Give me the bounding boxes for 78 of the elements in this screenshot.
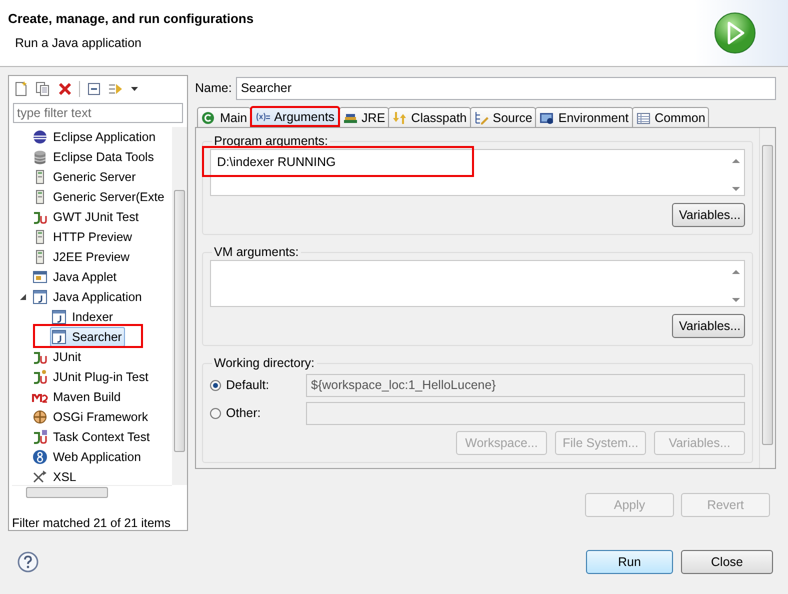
scrollbar[interactable] [759, 128, 775, 468]
group-label: Program arguments: [213, 134, 329, 148]
tree-item[interactable]: Generic Server [31, 167, 139, 188]
tree-item[interactable]: Web Application [31, 447, 144, 468]
java-file-icon [51, 329, 67, 346]
radio-button[interactable] [210, 408, 221, 418]
radio-button[interactable] [210, 380, 221, 390]
sphere-icon [32, 129, 48, 146]
java-file-icon [32, 289, 48, 306]
database-icon [32, 149, 48, 166]
tree-item[interactable]: Searcher [50, 327, 125, 348]
caret-icon[interactable] [130, 84, 139, 93]
monitor-icon [539, 110, 556, 124]
close-button[interactable]: Close [681, 550, 773, 574]
collapse-icon[interactable] [86, 80, 102, 97]
shuffle-icon [32, 469, 48, 486]
new-file-icon[interactable] [13, 80, 29, 97]
group-label: VM arguments: [213, 245, 300, 259]
tree-item[interactable]: Eclipse Application [31, 127, 159, 148]
arrows-icon [392, 110, 408, 124]
variables-button[interactable]: Variables... [672, 203, 745, 227]
tree-item[interactable]: Maven Build [31, 387, 124, 408]
help-icon[interactable] [17, 550, 39, 572]
group-label: Working directory: [213, 356, 316, 370]
dialog-title: Create, manage, and run configurations [8, 10, 255, 26]
tree-item[interactable]: Task Context Test [31, 427, 153, 448]
tree-item[interactable]: JUnit Plug-in Test [31, 367, 152, 388]
tree-item[interactable]: GWT JUnit Test [31, 207, 142, 228]
tree-item[interactable]: Eclipse Data Tools [31, 147, 157, 168]
run-icon [714, 12, 756, 54]
name-label: Name: [195, 81, 232, 95]
scroll-up-icon[interactable] [732, 158, 740, 164]
tab[interactable]: Common [632, 107, 710, 127]
java-file-icon [51, 309, 67, 326]
tab[interactable]: JRE [338, 107, 390, 127]
arguments-field[interactable]: D:\indexer RUNNING [210, 149, 745, 196]
junit-icon [32, 429, 48, 446]
tree-item[interactable]: J2EE Preview [31, 247, 133, 268]
argument-text: D:\indexer RUNNING [217, 155, 337, 171]
filter-status: Filter matched 21 of 21 items [12, 516, 172, 530]
copy-icon[interactable] [35, 80, 51, 97]
tree-item[interactable]: HTTP Preview [31, 227, 136, 248]
tab[interactable]: Classpath [388, 107, 471, 127]
name-field[interactable]: Searcher [236, 76, 776, 100]
delete-icon[interactable] [57, 80, 73, 97]
horizontal-scrollbar[interactable] [12, 485, 172, 498]
expanded-arrow-icon[interactable] [19, 293, 27, 302]
variables-button[interactable]: Variables... [672, 314, 745, 338]
arguments-field[interactable] [210, 260, 745, 307]
web-icon [32, 449, 48, 466]
radio-label: Other: [226, 406, 261, 420]
scroll-down-icon[interactable] [732, 186, 740, 192]
tab[interactable]: Source [470, 107, 536, 127]
junit-icon [32, 209, 48, 226]
radio-label: Default: [226, 378, 270, 392]
junit-icon [32, 349, 48, 366]
run-button[interactable]: Run [586, 550, 673, 574]
filter-field[interactable]: type filter text [13, 103, 183, 124]
tree-item[interactable]: Indexer [50, 307, 116, 328]
crosshair-icon [32, 409, 48, 426]
tab[interactable]: Environment [535, 107, 633, 127]
table-icon [636, 110, 652, 124]
dialog-subtitle: Run a Java application [15, 36, 142, 50]
applet-icon [32, 269, 48, 286]
tree-item[interactable]: Generic Server(Exte [31, 187, 168, 208]
tree-item[interactable]: XSL [31, 467, 80, 486]
tree-item[interactable]: JUnit [31, 347, 84, 368]
tree-item[interactable]: Java Application [31, 287, 145, 308]
scrollbar[interactable] [172, 127, 187, 486]
tab[interactable]: Arguments [250, 106, 340, 127]
scroll-up-icon[interactable] [732, 269, 740, 275]
tree-item[interactable]: OSGi Framework [31, 407, 151, 428]
source-icon [474, 110, 490, 124]
scroll-down-icon[interactable] [732, 297, 740, 303]
run-icon [201, 110, 217, 124]
junit-icon [32, 369, 48, 386]
tree-item[interactable]: Java Applet [31, 267, 120, 288]
tab[interactable]: Main [197, 107, 252, 127]
